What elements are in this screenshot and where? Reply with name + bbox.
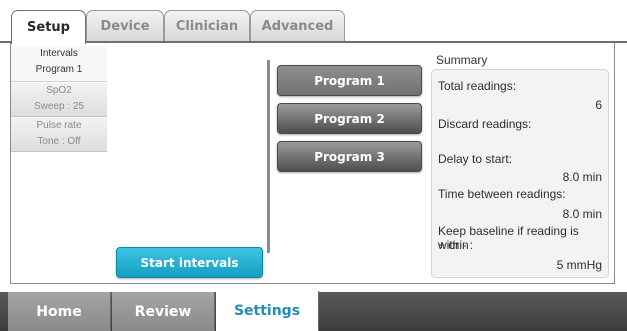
summary-box: Total readings: 6 Discard readings: Dela… [431,69,609,278]
time-between-value: 8.0 min [562,207,602,221]
sidebar-item-title: Intervals [40,48,78,59]
nav-tab-review[interactable]: Review [112,292,215,331]
tab-setup[interactable]: Setup [11,10,86,44]
vertical-divider [267,60,270,253]
bottom-nav-bar: Home Review Settings [0,291,627,331]
total-readings-label: Total readings: [438,79,517,93]
tab-device[interactable]: Device [86,10,164,42]
baseline-value: 5 mmHg [556,258,602,272]
nav-tab-home[interactable]: Home [8,292,111,331]
time-between-label: Time between readings: [438,187,566,201]
sidebar-item-subtitle: Program 1 [35,64,83,75]
baseline-label-line2: + or - : [438,238,474,252]
summary-title: Summary [436,53,488,67]
nav-tab-settings[interactable]: Settings [216,291,319,331]
discard-readings-label: Discard readings: [438,117,532,131]
sidebar-item-title: Pulse rate [36,120,82,131]
delay-to-start-label: Delay to start: [438,152,513,166]
start-intervals-button[interactable]: Start intervals [116,247,263,278]
sidebar-item-pulse-rate[interactable]: Pulse rate Tone : Off [11,118,107,152]
sidebar-item-subtitle: Tone : Off [37,136,81,147]
top-tab-bar: Setup Device Clinician Advanced [0,0,627,44]
delay-to-start-value: 8.0 min [562,170,602,184]
program-3-button[interactable]: Program 3 [277,141,422,172]
total-readings-value: 6 [595,98,602,112]
program-2-button[interactable]: Program 2 [277,103,422,134]
sidebar-item-title: SpO2 [46,85,72,96]
sidebar-item-spo2[interactable]: SpO2 Sweep : 25 [11,83,107,117]
settings-panel: Intervals Program 1 SpO2 Sweep : 25 Puls… [10,43,615,284]
sidebar-item-subtitle: Sweep : 25 [33,101,85,112]
sidebar-item-intervals[interactable]: Intervals Program 1 [11,46,107,82]
tab-clinician[interactable]: Clinician [164,10,250,42]
tab-advanced[interactable]: Advanced [250,10,345,42]
program-1-button[interactable]: Program 1 [277,65,422,96]
